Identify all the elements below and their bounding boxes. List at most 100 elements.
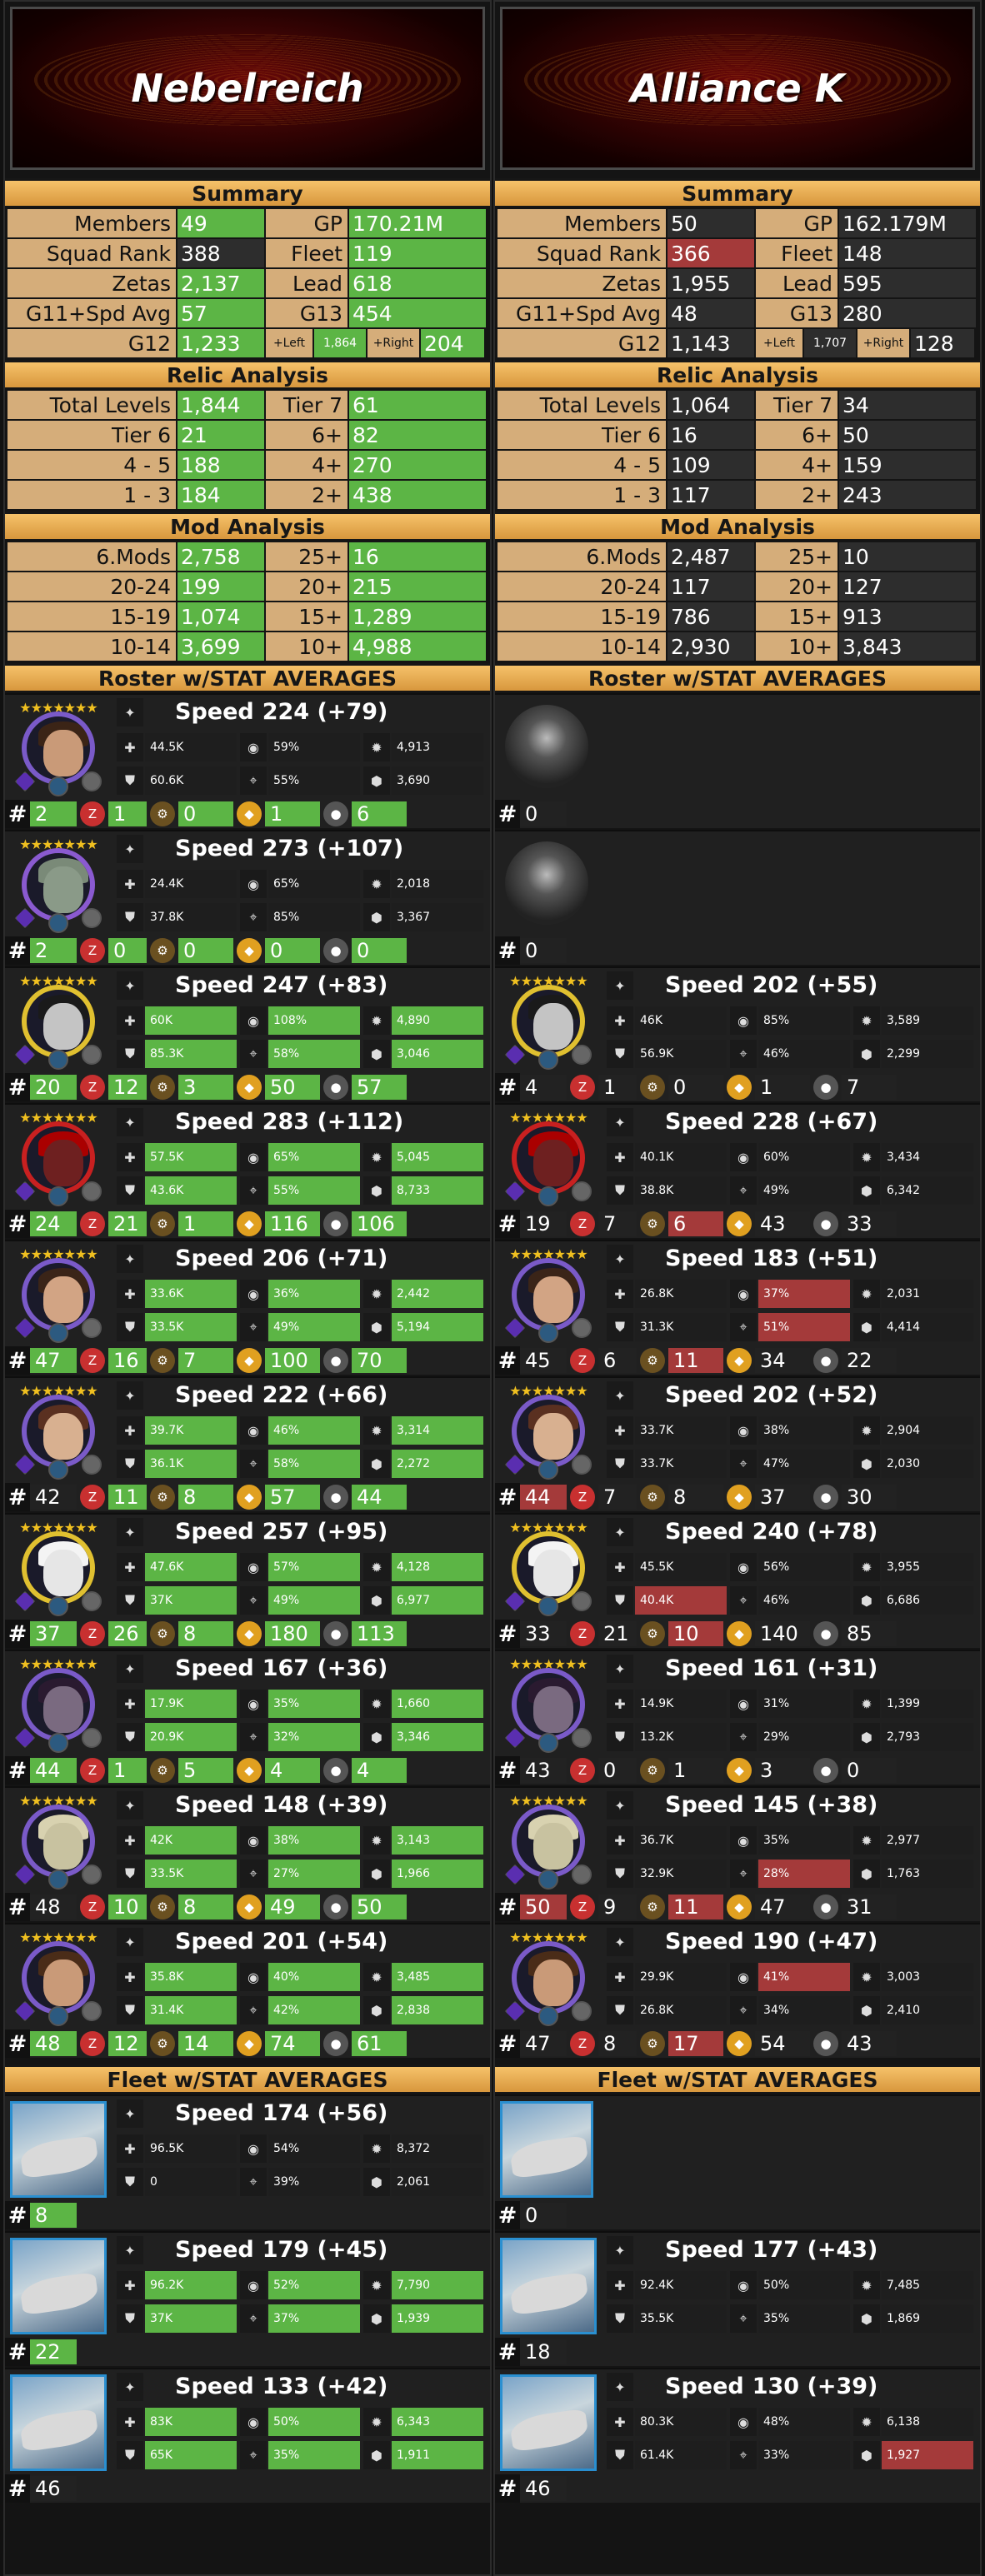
owner-count: 19: [520, 1211, 567, 1236]
mod-row-value: 1,074: [178, 602, 264, 631]
stat-hp: 96.2K: [145, 2271, 237, 2299]
speed-icon: ✦: [607, 2373, 633, 2401]
fleet-unit[interactable]: ✦ Speed 133 (+42) ✚ 83K ◉ 50% ✹ 6,343 ⛊ 65K ⌖ 35% ⬢ 1,…: [5, 2368, 490, 2503]
ship-hull: [508, 2271, 590, 2316]
roster-unit[interactable]: ★★★★★★★ ✦ Speed 145 (+38) ✚ 36.7K ◉ 35% ✹ 2,977 ⛊ 3…: [495, 1786, 980, 1921]
count-row: #46: [5, 2474, 490, 2503]
stat-grid: ✦ Speed 206 (+71) ✚ 33.6K ◉ 36% ✹ 2,442 ⛊ 33.5K ⌖ 49…: [113, 1241, 490, 1346]
stat-prot: 40.4K: [635, 1586, 727, 1615]
count-g3: 140: [755, 1621, 810, 1646]
roster-unit[interactable]: ★★★★★★★ ✦ Speed 222 (+66) ✚ 39.7K ◉ 46% ✹ 3,314 ⛊ 3…: [5, 1376, 490, 1511]
roster-unit[interactable]: ★★★★★★★ ✦ Speed 228 (+67) ✚ 40.1K ◉ 60% ✹ 3,434 ⛊ 3…: [495, 1103, 980, 1238]
roster-unit[interactable]: ★★★★★★★ ✦ Speed 183 (+51) ✚ 26.8K ◉ 37% ✹ 2,031 ⛊ 3…: [495, 1240, 980, 1375]
roster-unit[interactable]: ★★★★★★★ ✦ Speed 148 (+39) ✚ 42K ◉ 38% ✹ 3,143 ⛊ 33.…: [5, 1786, 490, 1921]
mod-icon: ●: [323, 1211, 348, 1236]
stat-pot: 85%: [268, 903, 360, 931]
stat-off: 3,434: [882, 1143, 973, 1171]
relic-badge: [82, 2001, 102, 2021]
relic-icon: ◆: [237, 1348, 262, 1373]
summary-row: G11+Spd Avg 48 G13 280: [495, 298, 980, 328]
zeta-icon: Z: [80, 1211, 105, 1236]
character-portrait: ★★★★★★★: [10, 1110, 107, 1206]
crit-chance-icon: ◉: [730, 1690, 757, 1718]
roster-unit[interactable]: ★★★★★★★ ✦ Speed 202 (+55) ✚ 46K ◉ 85% ✹ 3,589 ⛊ 56.…: [495, 966, 980, 1101]
roster-unit[interactable]: ★★★★★★★ ✦ Speed 206 (+71) ✚ 33.6K ◉ 36% ✹ 2,442 ⛊ 3…: [5, 1240, 490, 1375]
speed-label: Speed: [665, 1928, 744, 1954]
fleet-unit[interactable]: ✦ Speed 130 (+39) ✚ 80.3K ◉ 48% ✹ 6,138 ⛊ 61.4K ⌖ 33…: [495, 2368, 980, 2503]
mod-row: 6.Mods 2,487 25+ 10: [495, 542, 980, 572]
summary-header: Summary: [5, 178, 490, 207]
roster-unit[interactable]: ★★★★★★★ ✦ Speed 201 (+54) ✚ 35.8K ◉ 40% ✹ 3,485 ⛊ 3…: [5, 1923, 490, 2058]
protection-icon: ⛊: [117, 1860, 143, 1888]
count-g4: 0: [352, 938, 407, 963]
gear-icon: ⚙: [150, 1621, 175, 1646]
speed-line: Speed 148 (+39): [142, 1788, 490, 1821]
offense-icon: ✹: [853, 1006, 880, 1035]
stat-pot: 49%: [758, 1176, 850, 1205]
stat-sp: 1,911: [392, 2441, 483, 2469]
roster-unit[interactable]: ★★★★★★★ ✦ Speed 161 (+31) ✚ 14.9K ◉ 31% ✹ 1,399 ⛊ 1…: [495, 1650, 980, 1785]
speed-icon: ✦: [117, 1381, 143, 1410]
potency-icon: ⌖: [730, 1586, 757, 1615]
zeta-icon: Z: [80, 1758, 105, 1783]
roster-unit[interactable]: ★★★★★★★ ✦ Speed 283 (+112) ✚ 57.5K ◉ 65% ✹ 5,045 ⛊…: [5, 1103, 490, 1238]
fleet-unit[interactable]: ✦ Speed 174 (+56) ✚ 96.5K ◉ 54% ✹ 8,372 ⛊ 0 ⌖ 39% ⬢ 2,…: [5, 2094, 490, 2229]
roster-unit[interactable]: ★★★★★★★ ✦ Speed 240 (+78) ✚ 45.5K ◉ 56% ✹ 3,955 ⛊ 4…: [495, 1513, 980, 1648]
character-portrait: ★★★★★★★: [10, 1930, 107, 2026]
potency-icon: ⌖: [240, 1723, 267, 1751]
roster-unit[interactable]: #0: [495, 830, 980, 965]
hash-icon: #: [495, 1893, 520, 1921]
summary-label2: G13: [266, 299, 348, 327]
portrait-face: [533, 1823, 573, 1870]
speed-line: Speed 240 (+78): [632, 1515, 980, 1548]
right-label: +Right: [368, 329, 419, 357]
roster-unit[interactable]: ★★★★★★★ ✦ Speed 202 (+52) ✚ 33.7K ◉ 38% ✹ 2,904 ⛊ 3…: [495, 1376, 980, 1511]
stat-prot: 33.7K: [635, 1450, 727, 1478]
speed-value: 177 (+43): [752, 2236, 878, 2263]
relic-row-label: 1 - 3: [498, 481, 666, 509]
stat-hp: 36.7K: [635, 1826, 727, 1855]
stat-pot: 55%: [268, 766, 360, 795]
roster-unit[interactable]: ★★★★★★★ ✦ Speed 273 (+107) ✚ 24.4K ◉ 65% ✹ 2,018 ⛊…: [5, 830, 490, 965]
relic-icon: ◆: [237, 938, 262, 963]
roster-unit[interactable]: #0: [495, 693, 980, 828]
stat-pot: 33%: [758, 2441, 850, 2469]
speed-value: 202 (+55): [752, 971, 878, 998]
roster-unit[interactable]: ★★★★★★★ ✦ Speed 247 (+83) ✚ 60K ◉ 108% ✹ 4,890 ⛊ 85…: [5, 966, 490, 1101]
speed-line: Speed 222 (+66): [142, 1378, 490, 1411]
special-icon: ⬢: [363, 2304, 390, 2333]
fleet-unit[interactable]: ✦ Speed 177 (+43) ✚ 92.4K ◉ 50% ✹ 7,485 ⛊ 35.5K ⌖ 35…: [495, 2231, 980, 2366]
relic-badge: [572, 1455, 592, 1475]
summary-label: Zetas: [8, 269, 176, 297]
stat-cc: 108%: [268, 1006, 360, 1035]
stat-sp: 3,346: [392, 1723, 483, 1751]
relic-row-value: 117: [668, 481, 754, 509]
roster-unit[interactable]: ★★★★★★★ ✦ Speed 190 (+47) ✚ 29.9K ◉ 41% ✹ 3,003 ⛊ 2…: [495, 1923, 980, 2058]
protection-icon: ⛊: [117, 2304, 143, 2333]
mod-icon: ●: [323, 1075, 348, 1100]
roster-unit[interactable]: ★★★★★★★ ✦ Speed 257 (+95) ✚ 47.6K ◉ 57% ✹ 4,128 ⛊ 3…: [5, 1513, 490, 1648]
summary-label2: Lead: [266, 269, 348, 297]
stat-sp: 2,061: [392, 2168, 483, 2196]
roster-unit[interactable]: ★★★★★★★ ✦ Speed 224 (+79) ✚ 44.5K ◉ 59% ✹ 4,913 ⛊ 6…: [5, 693, 490, 828]
mod-row-label: 6.Mods: [498, 542, 666, 571]
relic-row-value: 21: [178, 421, 264, 449]
relic-row-label2: 6+: [266, 421, 348, 449]
speed-line: Speed 167 (+36): [142, 1651, 490, 1685]
relic-row: Tier 6 16 6+ 50: [495, 420, 980, 450]
mod-row-value2: 10: [839, 542, 976, 571]
offense-icon: ✹: [363, 1416, 390, 1445]
mod-row-label2: 15+: [266, 602, 348, 631]
protection-icon: ⛊: [117, 1040, 143, 1068]
stat-prot: 20.9K: [145, 1723, 237, 1751]
offense-icon: ✹: [363, 1006, 390, 1035]
mod-row: 20-24 117 20+ 127: [495, 572, 980, 602]
fleet-unit[interactable]: ✦ Speed 179 (+45) ✚ 96.2K ◉ 52% ✹ 7,790 ⛊ 37K ⌖ 37% ⬢…: [5, 2231, 490, 2366]
roster-unit[interactable]: ★★★★★★★ ✦ Speed 167 (+36) ✚ 17.9K ◉ 35% ✹ 1,660 ⛊ 2…: [5, 1650, 490, 1785]
gear-icon: ⚙: [640, 1485, 665, 1510]
protection-icon: ⛊: [117, 2441, 143, 2469]
stat-sp: 3,690: [392, 766, 483, 795]
mod-icon: ●: [813, 1895, 838, 1920]
fleet-unit[interactable]: #0: [495, 2094, 980, 2229]
offense-icon: ✹: [853, 1963, 880, 1991]
